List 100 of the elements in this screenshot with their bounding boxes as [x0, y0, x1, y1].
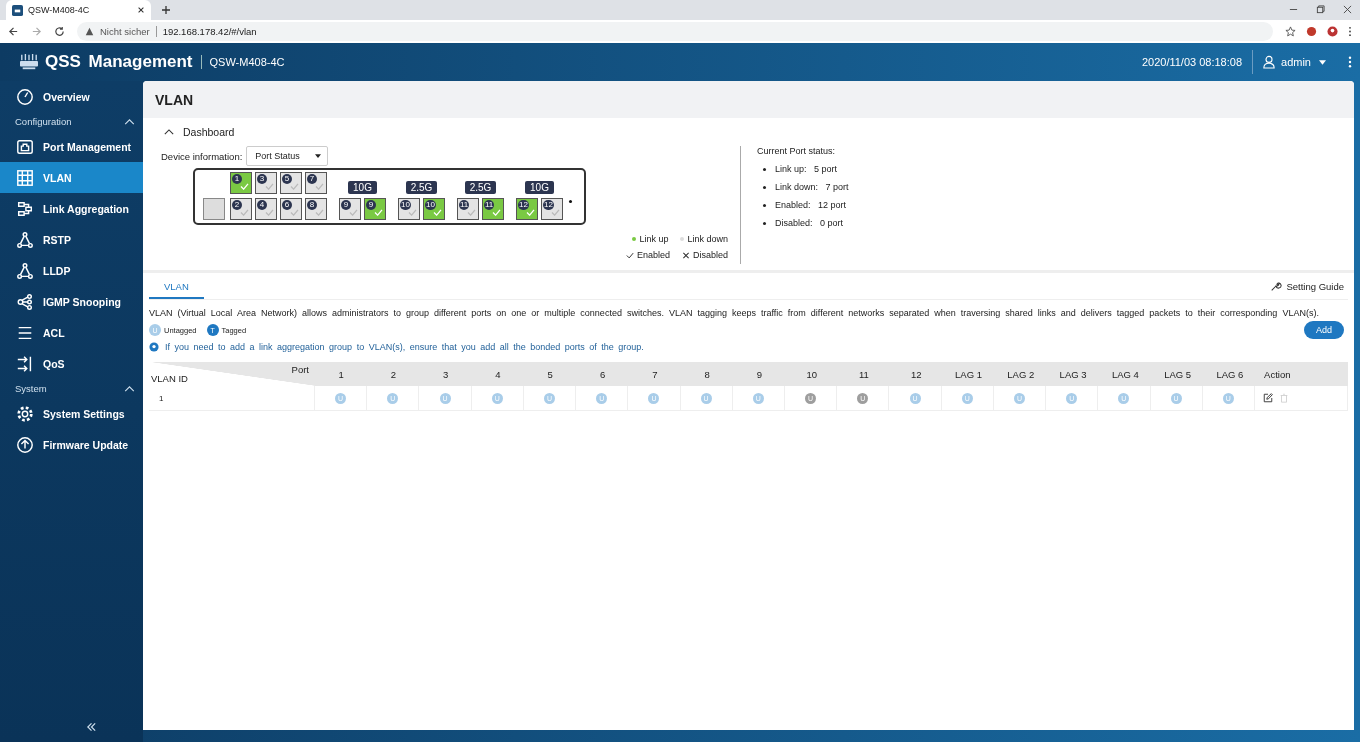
sidebar-item[interactable]: VLAN: [0, 162, 143, 193]
reload-icon[interactable]: [54, 26, 65, 37]
column-header: 2: [389, 367, 398, 382]
port[interactable]: 6: [280, 198, 302, 220]
chevron-icon: [124, 385, 135, 392]
console-port: [203, 198, 225, 220]
column-header: LAG 1: [954, 367, 983, 382]
port[interactable]: 5: [280, 172, 302, 194]
port[interactable]: 12: [541, 198, 563, 220]
cross-icon: [681, 251, 690, 259]
menu-icon[interactable]: [1348, 26, 1352, 37]
port[interactable]: 4: [255, 198, 277, 220]
column-header: 5: [546, 367, 554, 382]
network-icon: [16, 199, 34, 218]
device-info-dropdown[interactable]: Port Status: [246, 146, 328, 166]
check-icon: [492, 209, 501, 216]
sidebar-item[interactable]: Overview: [0, 81, 143, 112]
column-header: 11: [858, 367, 870, 382]
check-icon: [374, 209, 383, 216]
dashboard-toggle[interactable]: Dashboard: [155, 118, 1348, 146]
warning-icon: [85, 27, 94, 36]
check-icon: [315, 183, 324, 190]
switch-icon: [18, 53, 40, 71]
column-header: LAG 3: [1058, 367, 1088, 382]
sidebar-item[interactable]: System Settings: [0, 398, 143, 429]
check-icon: [349, 209, 358, 216]
collapse-icon[interactable]: [86, 722, 97, 732]
sidebar-section[interactable]: Configuration: [0, 112, 143, 131]
sidebar-item[interactable]: Link Aggregation: [0, 193, 143, 224]
page-title: VLAN: [143, 81, 1354, 118]
upload-icon: [16, 435, 34, 454]
column-header: VLAN ID: [151, 373, 188, 384]
column-header: LAG 4: [1110, 367, 1140, 382]
sidebar-item[interactable]: Port Management: [0, 131, 143, 162]
port[interactable]: 9: [364, 198, 386, 220]
legend-label: Link down: [687, 234, 728, 244]
column-header: 3: [442, 367, 450, 382]
status-title: Current Port status:: [757, 146, 837, 156]
sidebar-item[interactable]: QoS: [0, 348, 143, 379]
setting-guide-link[interactable]: Setting Guide: [1270, 280, 1348, 292]
gauge-icon: [16, 87, 34, 106]
close-icon[interactable]: [137, 6, 145, 14]
device-name: QSW-M408-4C: [209, 56, 285, 68]
settings-icon: [16, 404, 34, 423]
port[interactable]: 7: [305, 172, 327, 194]
new-tab-icon[interactable]: [161, 5, 171, 15]
port[interactable]: 10: [423, 198, 445, 220]
port[interactable]: 1: [230, 172, 252, 194]
chevron-icon: [164, 129, 174, 135]
sidebar-item[interactable]: LLDP: [0, 255, 143, 286]
sidebar-item[interactable]: ACL: [0, 317, 143, 348]
sidebar-item[interactable]: IGMP Snooping: [0, 286, 143, 317]
port[interactable]: 9: [339, 198, 361, 220]
sidebar-section[interactable]: System: [0, 379, 143, 398]
vlan-id-cell: 1: [149, 386, 315, 410]
column-header: LAG 2: [1006, 367, 1036, 382]
port[interactable]: 3: [255, 172, 277, 194]
port[interactable]: 2: [230, 198, 252, 220]
port[interactable]: 8: [305, 198, 327, 220]
edit-icon[interactable]: [1262, 393, 1273, 403]
legend-label: Link up: [639, 234, 669, 244]
column-header: 8: [703, 367, 711, 382]
legend-label: Enabled: [636, 250, 670, 260]
date-time: 2020/11/03 08:18:08: [1141, 56, 1243, 68]
port[interactable]: 11: [457, 198, 479, 220]
check-icon: [526, 209, 535, 216]
close-icon[interactable]: [1343, 5, 1352, 14]
column-header: 10: [805, 367, 818, 382]
column-header: LAG 6: [1215, 367, 1245, 382]
star-icon[interactable]: [1285, 26, 1296, 37]
sidebar-item[interactable]: RSTP: [0, 224, 143, 255]
speed-label: 10G: [348, 181, 377, 194]
column-header: LAG 5: [1163, 367, 1193, 382]
chevron-icon: [124, 118, 135, 125]
browser-tab[interactable]: QSW-M408-4C: [6, 0, 151, 20]
restore-icon[interactable]: [1316, 5, 1325, 14]
more-icon[interactable]: [1348, 56, 1352, 68]
status-led: [569, 199, 572, 203]
wrench-icon: [1270, 280, 1283, 292]
caret-icon[interactable]: [1319, 59, 1326, 65]
sidebar-item[interactable]: Firmware Update: [0, 429, 143, 460]
profile-icon[interactable]: [1327, 26, 1338, 37]
address-bar[interactable]: Nicht sicher 192.168.178.42/#/vlan: [77, 22, 1273, 41]
column-header: 4: [494, 367, 502, 382]
check-icon: [290, 209, 299, 216]
app-title: QSS Management: [45, 52, 193, 72]
tab-title: QSW-M408-4C: [28, 5, 91, 15]
port[interactable]: 10: [398, 198, 420, 220]
check-icon: [240, 209, 249, 216]
status-item: Disabled: 0 port: [775, 218, 844, 228]
check-icon: [551, 209, 560, 216]
port[interactable]: 12: [516, 198, 538, 220]
caret-icon: [314, 154, 321, 158]
user-menu[interactable]: admin: [1281, 56, 1311, 68]
add-button[interactable]: Add: [1304, 321, 1344, 339]
tab[interactable]: VLAN: [149, 273, 204, 299]
check-icon: [433, 209, 442, 216]
link-up-dot: [632, 237, 637, 241]
back-icon[interactable]: [8, 26, 19, 37]
port[interactable]: 11: [482, 198, 504, 220]
